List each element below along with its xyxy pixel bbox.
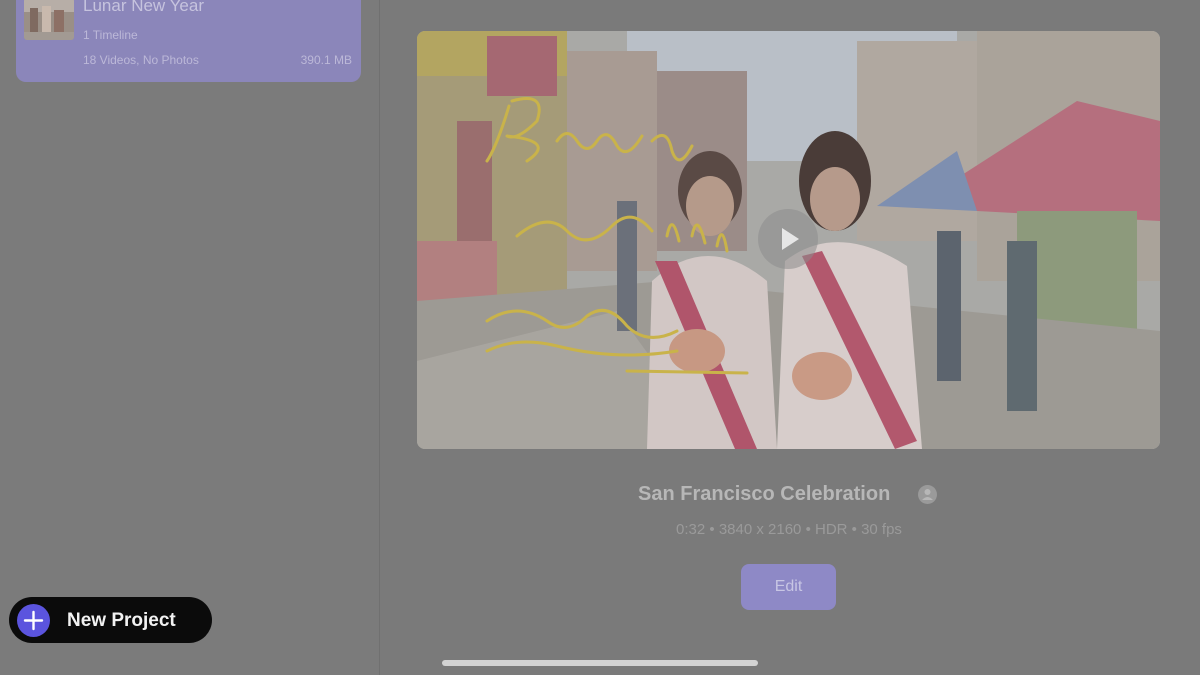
project-title: Lunar New Year xyxy=(83,0,204,15)
video-title: San Francisco Celebration xyxy=(638,483,891,505)
project-contents: 18 Videos, No Photos xyxy=(83,53,199,67)
info-icon[interactable] xyxy=(917,484,938,505)
play-icon xyxy=(782,228,799,250)
project-size: 390.1 MB xyxy=(300,53,352,67)
home-indicator[interactable] xyxy=(442,660,758,666)
edit-button[interactable]: Edit xyxy=(741,564,836,610)
new-project-button[interactable]: New Project xyxy=(9,597,212,643)
project-thumbnail xyxy=(24,0,74,40)
video-metadata: 0:32 • 3840 x 2160 • HDR • 30 fps xyxy=(676,521,902,538)
project-card-lunar-new-year[interactable]: Lunar New Year 1 Timeline 18 Videos, No … xyxy=(16,0,361,82)
new-project-label: New Project xyxy=(67,610,176,631)
sidebar: Lunar New Year 1 Timeline 18 Videos, No … xyxy=(0,0,380,675)
project-timeline-count: 1 Timeline xyxy=(83,28,138,42)
plus-icon xyxy=(17,604,50,637)
play-button[interactable] xyxy=(758,209,818,269)
